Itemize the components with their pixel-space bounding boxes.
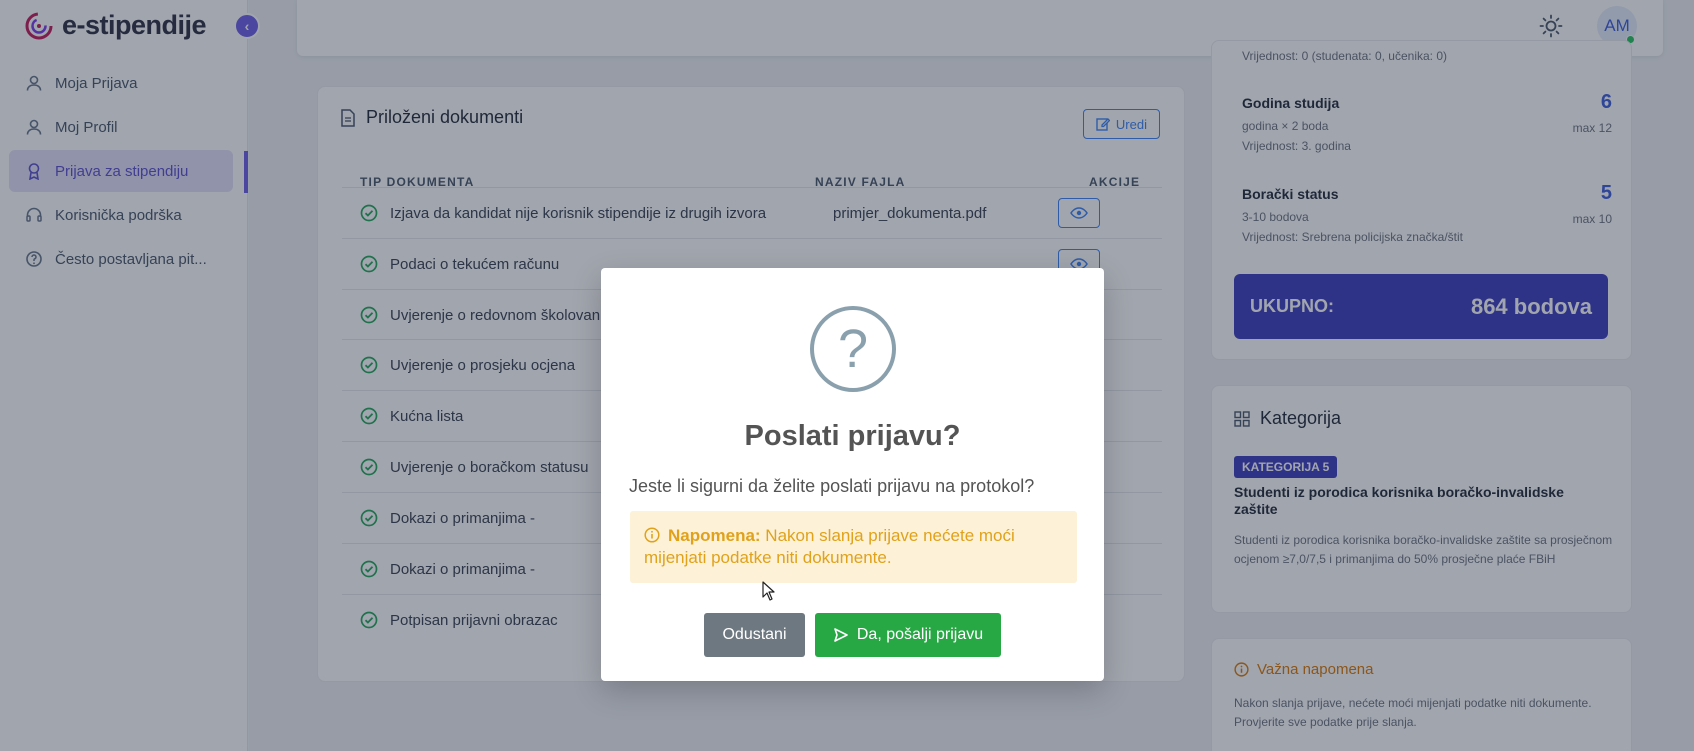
send-icon: [834, 628, 848, 642]
confirm-send-button[interactable]: Da, pošalji prijavu: [815, 613, 1001, 657]
mouse-cursor-icon: [762, 581, 775, 601]
info-icon: [644, 527, 660, 543]
cancel-button[interactable]: Odustani: [704, 613, 805, 657]
confirm-submit-dialog: ? Poslati prijavu? Jeste li sigurni da ž…: [601, 268, 1104, 681]
dialog-message: Jeste li sigurni da želite poslati prija…: [629, 476, 1035, 496]
warning-box: Napomena: Nakon slanja prijave nećete mo…: [630, 511, 1077, 583]
question-icon: ?: [810, 306, 896, 392]
dialog-title: Poslati prijavu?: [744, 420, 961, 452]
confirm-send-label: Da, pošalji prijavu: [856, 626, 984, 643]
question-mark: ?: [837, 319, 869, 379]
warning-label: Napomena:: [668, 526, 761, 545]
